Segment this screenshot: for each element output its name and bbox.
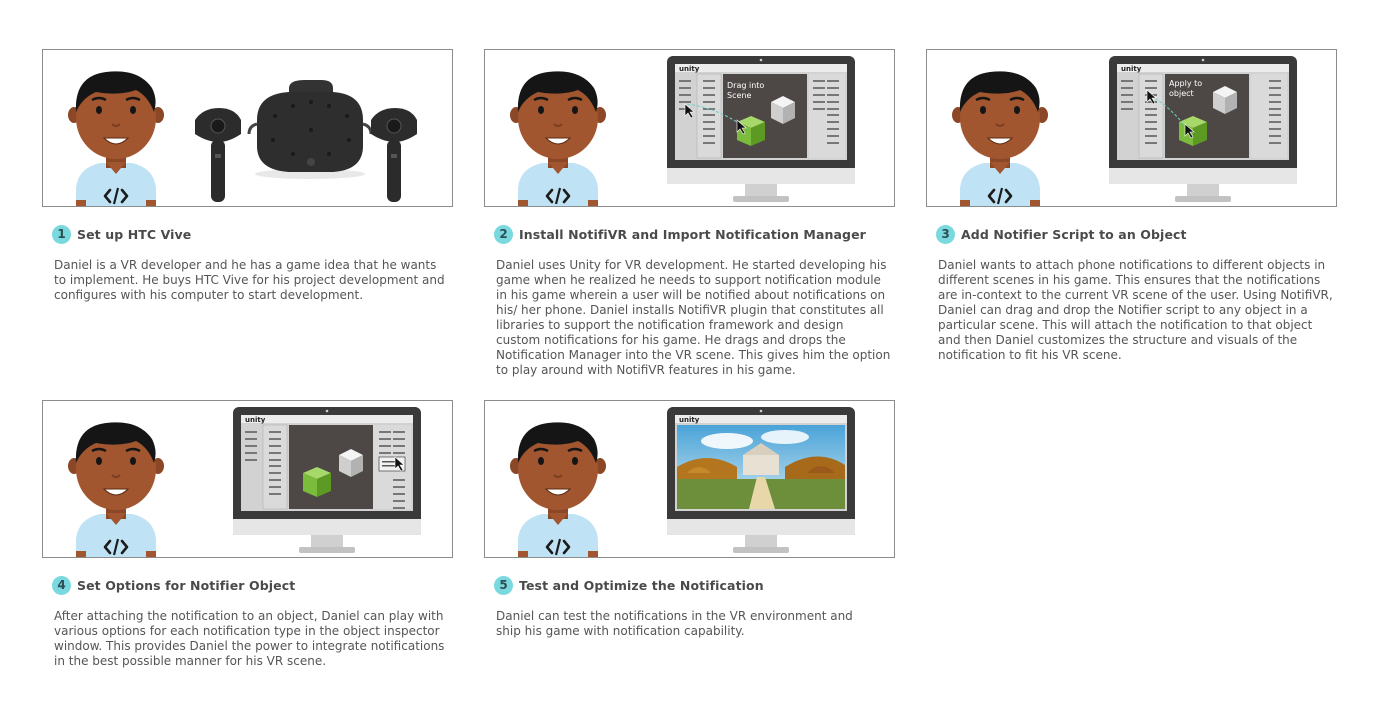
daniel-avatar: [508, 70, 608, 206]
step-title: Add Notifier Script to an Object: [961, 226, 1187, 242]
step-title: Set up HTC Vive: [77, 226, 192, 242]
daniel-avatar: [66, 70, 166, 206]
step-title: Install NotifiVR and Import Notification…: [519, 226, 866, 242]
daniel-avatar: [66, 421, 166, 557]
daniel-avatar: [508, 421, 608, 557]
unity-logo: unity: [679, 65, 700, 73]
unity-logo: unity: [245, 416, 266, 424]
step-1-description: Daniel is a VR developer and he has a ga…: [54, 258, 445, 302]
vive-controller-left-icon: [195, 108, 241, 202]
step-2-heading: 2 Install NotifiVR and Import Notificati…: [494, 224, 866, 244]
step-4-heading: 4 Set Options for Notifier Object: [52, 575, 295, 595]
step-number-badge: 4: [52, 575, 71, 595]
vive-headset-icon: [247, 80, 373, 179]
unity-monitor: unity: [667, 407, 855, 553]
step-5-description: Daniel can test the notifications in the…: [496, 609, 853, 638]
step-2-description: Daniel uses Unity for VR development. He…: [496, 258, 891, 377]
unity-monitor: unity Drag into Scene: [667, 56, 855, 202]
step-title: Set Options for Notifier Object: [77, 577, 296, 593]
step-number-badge: 5: [494, 575, 513, 595]
vive-controller-right-icon: [371, 108, 417, 202]
unity-monitor: unity Apply to object: [1109, 56, 1297, 202]
step-number-badge: 3: [936, 224, 955, 244]
step-1-heading: 1 Set up HTC Vive: [52, 224, 191, 244]
step-3-illustration: unity Apply to object: [926, 49, 1337, 207]
unity-logo: unity: [679, 416, 700, 424]
step-5-heading: 5 Test and Optimize the Notification: [494, 575, 764, 595]
step-title: Test and Optimize the Notification: [519, 577, 764, 593]
step-3-heading: 3 Add Notifier Script to an Object: [936, 224, 1187, 244]
step-4-illustration: unity: [42, 400, 453, 558]
game-scene-preview: [677, 425, 845, 509]
unity-logo: unity: [1121, 65, 1142, 73]
step-3-description: Daniel wants to attach phone notificatio…: [938, 258, 1333, 362]
step-number-badge: 2: [494, 224, 513, 244]
step-1-illustration: [42, 49, 453, 207]
unity-monitor: unity: [233, 407, 421, 553]
step-number-badge: 1: [52, 224, 71, 244]
step-4-description: After attaching the notification to an o…: [54, 609, 445, 668]
step-2-illustration: unity Drag into Scene: [484, 49, 895, 207]
daniel-avatar: [950, 70, 1050, 206]
step-5-illustration: unity: [484, 400, 895, 558]
